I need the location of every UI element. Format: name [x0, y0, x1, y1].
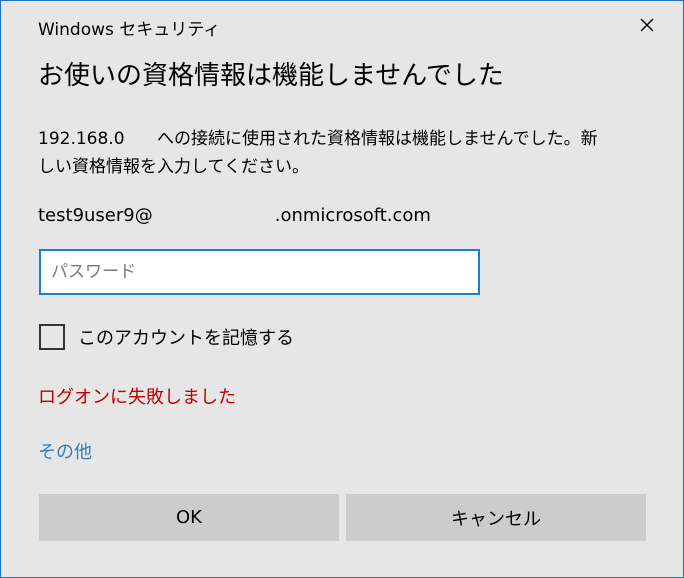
password-field[interactable]: [39, 249, 480, 295]
cancel-button[interactable]: キャンセル: [346, 494, 646, 541]
message-line-1: 192.168.0 への接続に使用された資格情報は機能しませんでした。新: [38, 125, 648, 153]
remember-account-checkbox[interactable]: このアカウントを記憶する: [39, 324, 294, 350]
checkbox-box[interactable]: [39, 324, 65, 350]
error-message: ログオンに失敗しました: [38, 387, 236, 408]
account-name: test9user9@ .onmicrosoft.com: [38, 205, 431, 226]
remember-account-label: このアカウントを記憶する: [78, 328, 294, 349]
close-button[interactable]: [631, 13, 663, 41]
credential-dialog: Windows セキュリティ お使いの資格情報は機能しませんでした 192.16…: [0, 0, 684, 578]
dialog-heading: お使いの資格情報は機能しませんでした: [38, 61, 504, 91]
window-title: Windows セキュリティ: [38, 20, 221, 40]
message-ip: 192.168.0: [38, 129, 125, 149]
message-line-2: しい資格情報を入力してください。: [38, 157, 309, 177]
account-domain-part: .onmicrosoft.com: [274, 205, 431, 226]
account-user-part: test9user9@: [38, 205, 153, 226]
message-line-1-text: への接続に使用された資格情報は機能しませんでした。新: [157, 129, 598, 149]
more-choices-link[interactable]: その他: [38, 438, 92, 464]
close-icon: [639, 17, 655, 37]
ok-button[interactable]: OK: [39, 494, 339, 541]
dialog-message: 192.168.0 への接続に使用された資格情報は機能しませんでした。新 しい資格…: [38, 125, 648, 181]
